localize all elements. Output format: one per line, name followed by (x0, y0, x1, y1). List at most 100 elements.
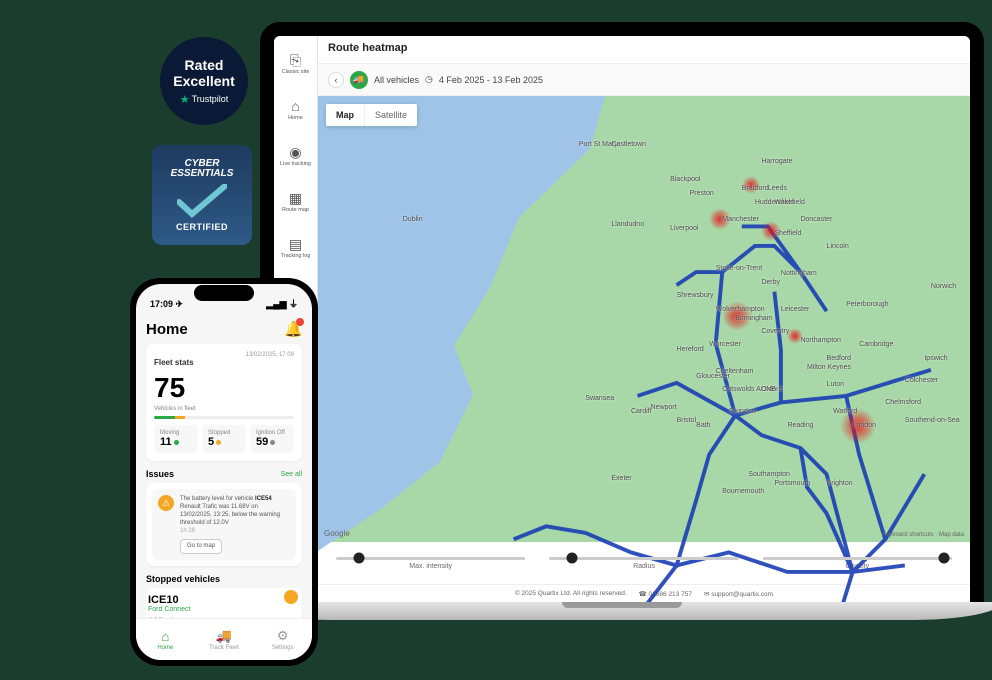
vehicle-model: Ford Connect (148, 606, 300, 613)
fleet-count: 75 (154, 372, 294, 404)
nav-icon: ⌂ (291, 99, 299, 113)
city-label: Bournemouth (722, 488, 764, 495)
star-icon: ★ (180, 93, 190, 106)
laptop-screen: ⎘Classic site⌂Home◉Live tracking▦Route m… (274, 36, 970, 602)
city-label: Norwich (931, 283, 956, 290)
filter-vehicles[interactable]: All vehicles (374, 75, 419, 85)
issue-card[interactable]: ⚠ The battery level for vehicle ICE54 Re… (146, 483, 302, 566)
fleet-progress (154, 416, 294, 419)
city-label: Swindon (729, 408, 756, 415)
city-label: Birmingham (735, 315, 772, 322)
city-label: Preston (690, 190, 714, 197)
issue-text: The battery level for vehicle ICE54 Rena… (180, 495, 290, 554)
phone-mockup: 17:09 ✈ ▂▄▆ ⏚ Home 🔔 Fleet stats 13/02/2… (130, 278, 318, 666)
trustpilot-brand: ★ Trustpilot (180, 93, 229, 106)
map-type-control: Map Satellite (326, 104, 417, 126)
city-label: Worcester (709, 341, 741, 348)
sidebar-item-classic-site[interactable]: ⎘Classic site (276, 42, 316, 86)
slider-track[interactable] (763, 557, 952, 560)
city-label: Liverpool (670, 225, 698, 232)
go-to-map-button[interactable]: Go to map (180, 539, 222, 553)
slider-thumb[interactable] (567, 553, 578, 564)
cyber-line2: ESSENTIALS (171, 169, 234, 180)
phone-tabbar: ⌂Home🚚Track Fleet⚙Settings (136, 618, 312, 660)
tab-icon: ⚙ (277, 628, 289, 644)
tab-settings[interactable]: ⚙Settings (253, 619, 312, 660)
phone-content: Home 🔔 Fleet stats 13/02/2025, 17:09 75 … (136, 312, 312, 618)
map-attribution: Keyboard shortcuts · Map data (882, 532, 964, 538)
city-label: Hereford (677, 346, 704, 353)
city-label: Cardiff (631, 408, 652, 415)
truck-icon: 🚚 (350, 71, 368, 89)
city-label: Bath (696, 422, 710, 429)
see-all-link[interactable]: See all (281, 471, 302, 478)
stopped-vehicle-card[interactable]: ICE10 Ford Connect ⊘ 0.0 mph ⊙ Glenburn … (146, 588, 302, 618)
city-label: Bradford (742, 185, 769, 192)
fleet-stats-card[interactable]: Fleet stats 13/02/2025, 17:09 75 Vehicle… (146, 344, 302, 461)
signal-icon: ▂▄▆ ⏚ (266, 297, 298, 310)
trustpilot-excellent: Excellent (173, 73, 234, 89)
city-label: Harrogate (761, 158, 792, 165)
city-label: Bristol (677, 417, 696, 424)
clock-icon: ◷ (425, 74, 433, 85)
map-tab-satellite[interactable]: Satellite (364, 104, 417, 126)
tab-icon: 🚚 (216, 628, 232, 644)
city-label: Blackpool (670, 176, 700, 183)
route-lines (318, 96, 970, 602)
phone-time: 17:09 ✈ (150, 299, 183, 310)
stopped-title: Stopped vehicles (146, 574, 220, 584)
vehicle-details: ⊘ 0.0 mph ⊙ Glenburn Avenue,MOTHERWELL ■… (148, 617, 237, 618)
sidebar-item-tracking-log[interactable]: ▤Tracking log (276, 226, 316, 270)
sidebar-item-live-tracking[interactable]: ◉Live tracking (276, 134, 316, 178)
fleet-stat-ignition-off[interactable]: Ignition Off59 (250, 425, 294, 453)
fleet-label: Fleet stats (154, 358, 194, 367)
tab-home[interactable]: ⌂Home (136, 619, 195, 660)
city-label: Chelmsford (885, 399, 921, 406)
city-label: Wolverhampton (716, 306, 765, 313)
cyber-cert: CERTIFIED (176, 222, 228, 232)
map-container[interactable]: DublinBlackpoolPrestonBradfordLeedsHudde… (318, 96, 970, 542)
city-label: Cambridge (859, 341, 893, 348)
fleet-stat-row: Moving11Stopped5Ignition Off59 (154, 425, 294, 453)
tab-track-fleet[interactable]: 🚚Track Fleet (195, 619, 254, 660)
city-label: Stoke-on-Trent (716, 265, 762, 272)
status-badge (284, 590, 298, 604)
google-logo: Google (324, 529, 350, 538)
vehicle-name: ICE10 (148, 594, 300, 606)
fleet-timestamp: 13/02/2025, 17:09 (246, 352, 294, 358)
city-label: Nottingham (781, 270, 817, 277)
city-label: Southend-on-Sea (905, 417, 960, 424)
city-label: Peterborough (846, 301, 888, 308)
city-label: Ipswich (924, 355, 947, 362)
chevron-left-icon[interactable]: ‹ (328, 72, 344, 88)
city-label: Coventry (761, 328, 789, 335)
slider-track[interactable] (549, 557, 738, 560)
fleet-stat-stopped[interactable]: Stopped5 (202, 425, 246, 453)
nav-icon: ▦ (289, 191, 302, 205)
city-label: Shrewsbury (677, 292, 714, 299)
filter-bar[interactable]: ‹ 🚚 All vehicles ◷ 4 Feb 2025 - 13 Feb 2… (318, 64, 970, 96)
battery-warning-icon: ⚠ (158, 495, 174, 511)
filter-dates[interactable]: 4 Feb 2025 - 13 Feb 2025 (439, 75, 543, 85)
city-label: Cheltenham (716, 368, 754, 375)
city-label: Colchester (905, 377, 938, 384)
nav-icon: ◉ (289, 145, 301, 159)
bell-icon[interactable]: 🔔 (284, 320, 302, 338)
phone-screen: 17:09 ✈ ▂▄▆ ⏚ Home 🔔 Fleet stats 13/02/2… (136, 284, 312, 660)
trustpilot-rated: Rated (185, 57, 224, 73)
map-tab-map[interactable]: Map (326, 104, 364, 126)
fleet-stat-moving[interactable]: Moving11 (154, 425, 198, 453)
city-label: London (853, 422, 876, 429)
city-label: Derby (761, 279, 780, 286)
slider-track[interactable] (336, 557, 525, 560)
city-label: Leicester (781, 306, 809, 313)
city-label: Swansea (585, 395, 614, 402)
slider-thumb[interactable] (353, 553, 364, 564)
sidebar-item-home[interactable]: ⌂Home (276, 88, 316, 132)
laptop-bezel: ⎘Classic site⌂Home◉Live tracking▦Route m… (260, 22, 984, 602)
slider-thumb[interactable] (939, 553, 950, 564)
city-label: Dublin (403, 216, 423, 223)
fleet-sub: Vehicles in fleet (154, 406, 294, 412)
sidebar-item-route-map[interactable]: ▦Route map (276, 180, 316, 224)
issues-title: Issues (146, 469, 174, 479)
